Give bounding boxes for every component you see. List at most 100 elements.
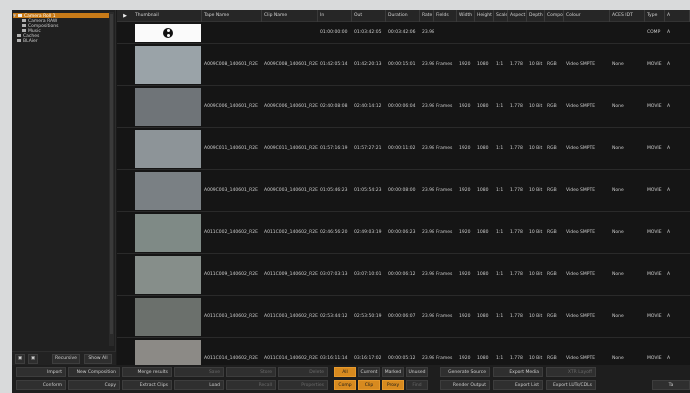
table-row[interactable]: A011C003_140602_R2E A011C003_140602_R2E 02… <box>117 296 690 338</box>
column-header[interactable]: Colour <box>564 10 610 22</box>
column-header[interactable]: Duration <box>386 10 420 22</box>
cell-fields: Frames <box>436 62 453 67</box>
conform-button[interactable]: Conform <box>16 380 66 390</box>
column-header[interactable]: Compone <box>545 10 564 22</box>
cell-dur: 00:00:08:00 <box>388 188 416 193</box>
cell-scale: 1:1 <box>496 146 504 151</box>
filter-all-button[interactable]: All <box>334 367 356 377</box>
column-header[interactable]: Fields <box>434 10 457 22</box>
cell-aspect: 1.778 <box>510 188 523 193</box>
table-row[interactable]: A011C009_140602_R2E A011C009_140602_R2E 03… <box>117 254 690 296</box>
extract-clips-button[interactable]: Extract Clips <box>122 380 172 390</box>
table-row[interactable]: 01:00:00:00 01:03:42:05 00:03:42:06 23.98 CO… <box>117 22 690 44</box>
store-button[interactable]: Store <box>226 367 276 377</box>
new-folder-button[interactable]: ▣ <box>15 354 25 364</box>
cell-clip: A009C006_140601_R2E <box>264 104 318 109</box>
table-row[interactable]: A009C008_140601_R2E A009C008_140601_R2E 01… <box>117 44 690 86</box>
table-row[interactable]: A009C003_140601_R2E A009C003_140601_R2E 01… <box>117 170 690 212</box>
recall-button[interactable]: Recall <box>226 380 276 390</box>
mode-comp-button[interactable]: Comp <box>334 380 356 390</box>
column-header[interactable]: Out <box>352 10 386 22</box>
find-button[interactable]: Find <box>406 380 428 390</box>
column-header[interactable]: Type <box>645 10 665 22</box>
cell-out: 01:03:42:05 <box>354 30 382 35</box>
cell-scale <box>494 22 508 43</box>
xtr-layoff-button[interactable]: XTR Layoff <box>546 367 596 377</box>
clip-thumbnail[interactable] <box>135 172 201 210</box>
tree-item-blaier[interactable]: BLAier <box>17 39 38 44</box>
column-header[interactable]: Thumbnail <box>133 10 202 22</box>
generate-source-button[interactable]: Generate Source <box>440 367 490 377</box>
save-button[interactable]: Save <box>174 367 224 377</box>
clip-thumbnail[interactable] <box>135 130 201 168</box>
cell-fields: Frames <box>436 146 453 151</box>
play-arrow-icon[interactable]: ▶ <box>117 10 133 22</box>
cell-type: MOVIE <box>647 356 662 361</box>
column-header[interactable]: Height <box>475 10 494 22</box>
cell-tape: A009C008_140601_R2E <box>204 62 258 67</box>
new-composition-button[interactable]: New Composition <box>68 367 120 377</box>
folder-icon <box>17 34 21 37</box>
cell-tape: A011C014_140602_R2E <box>204 356 258 361</box>
remove-folder-button[interactable]: ▣ <box>28 354 38 364</box>
column-header[interactable]: ACES IDT <box>610 10 645 22</box>
cell-a: A <box>667 314 671 319</box>
cell-rate: 23.98 <box>422 188 434 193</box>
recursive-button[interactable]: Recursive <box>52 354 80 364</box>
mode-proxy-button[interactable]: Proxy <box>382 380 404 390</box>
cell-height: 1080 <box>477 314 489 319</box>
cell-type: MOVIE <box>647 314 662 319</box>
table-row[interactable]: A009C011_140601_R2E A009C011_140601_R2E 01… <box>117 128 690 170</box>
mode-clip-button[interactable]: Clip <box>358 380 380 390</box>
column-header[interactable]: Width <box>457 10 475 22</box>
column-header[interactable]: Clip Name <box>262 10 318 22</box>
column-header[interactable]: In <box>318 10 352 22</box>
cell-in: 01:05:46:23 <box>320 188 348 193</box>
filter-current-button[interactable]: Current <box>358 367 380 377</box>
cell-aces: None <box>612 188 624 193</box>
render-output-button[interactable]: Render Output <box>440 380 490 390</box>
cell-aspect: 1.778 <box>510 314 523 319</box>
cell-a: A <box>667 30 671 35</box>
column-header[interactable]: Rate <box>420 10 434 22</box>
tree-item-camera-roll[interactable]: ▼ Camera Roll 1 <box>13 13 109 19</box>
cell-type: MOVIE <box>647 188 662 193</box>
clip-thumbnail[interactable] <box>135 24 201 42</box>
clip-thumbnail[interactable] <box>135 214 201 252</box>
filter-marked-button[interactable]: Marked <box>382 367 404 377</box>
cell-out: 02:40:14:12 <box>354 104 382 109</box>
table-row[interactable]: A009C006_140601_R2E A009C006_140601_R2E 02… <box>117 86 690 128</box>
table-row[interactable]: A011C002_140602_R2E A011C002_140602_R2E 02… <box>117 212 690 254</box>
column-header[interactable]: A <box>665 10 690 22</box>
export-media-button[interactable]: Export Media <box>493 367 543 377</box>
show-all-button[interactable]: Show All <box>84 354 112 364</box>
delete-button[interactable]: Delete <box>278 367 328 377</box>
load-button[interactable]: Load <box>174 380 224 390</box>
cell-dur: 00:00:11:02 <box>388 146 416 151</box>
copy-button[interactable]: Copy <box>68 380 120 390</box>
clip-thumbnail[interactable] <box>135 340 201 365</box>
cell-in: 01:00:00:00 <box>320 30 348 35</box>
scrollbar-thumb[interactable] <box>110 14 113 334</box>
export-list-button[interactable]: Export List <box>493 380 543 390</box>
export-luts-button[interactable]: Export LUTs/CDLs <box>546 380 596 390</box>
clip-thumbnail[interactable] <box>135 46 201 84</box>
clip-thumbnail[interactable] <box>135 88 201 126</box>
import-button[interactable]: Import <box>16 367 66 377</box>
tree-scrollbar[interactable] <box>109 12 114 346</box>
cell-colour: Video SMPTE <box>566 230 596 235</box>
clip-thumbnail[interactable] <box>135 298 201 336</box>
merge-results-button[interactable]: Merge results <box>122 367 172 377</box>
filter-unused-button[interactable]: Unused <box>406 367 428 377</box>
properties-button[interactable]: Properties <box>278 380 328 390</box>
cell-depth: 10 Bit <box>529 230 543 235</box>
cell-clip: A011C003_140602_R2E <box>264 314 318 319</box>
column-header[interactable]: Tape Name <box>202 10 262 22</box>
ta-button[interactable]: Ta <box>652 380 690 390</box>
column-header[interactable]: Depth <box>527 10 545 22</box>
table-row[interactable]: A011C014_140602_R2E A011C014_140602_R2E 03… <box>117 338 690 365</box>
column-header[interactable]: Scale <box>494 10 508 22</box>
clip-thumbnail[interactable] <box>135 256 201 294</box>
column-header[interactable]: Aspect <box>508 10 527 22</box>
cell-out: 03:16:17:02 <box>354 356 382 361</box>
